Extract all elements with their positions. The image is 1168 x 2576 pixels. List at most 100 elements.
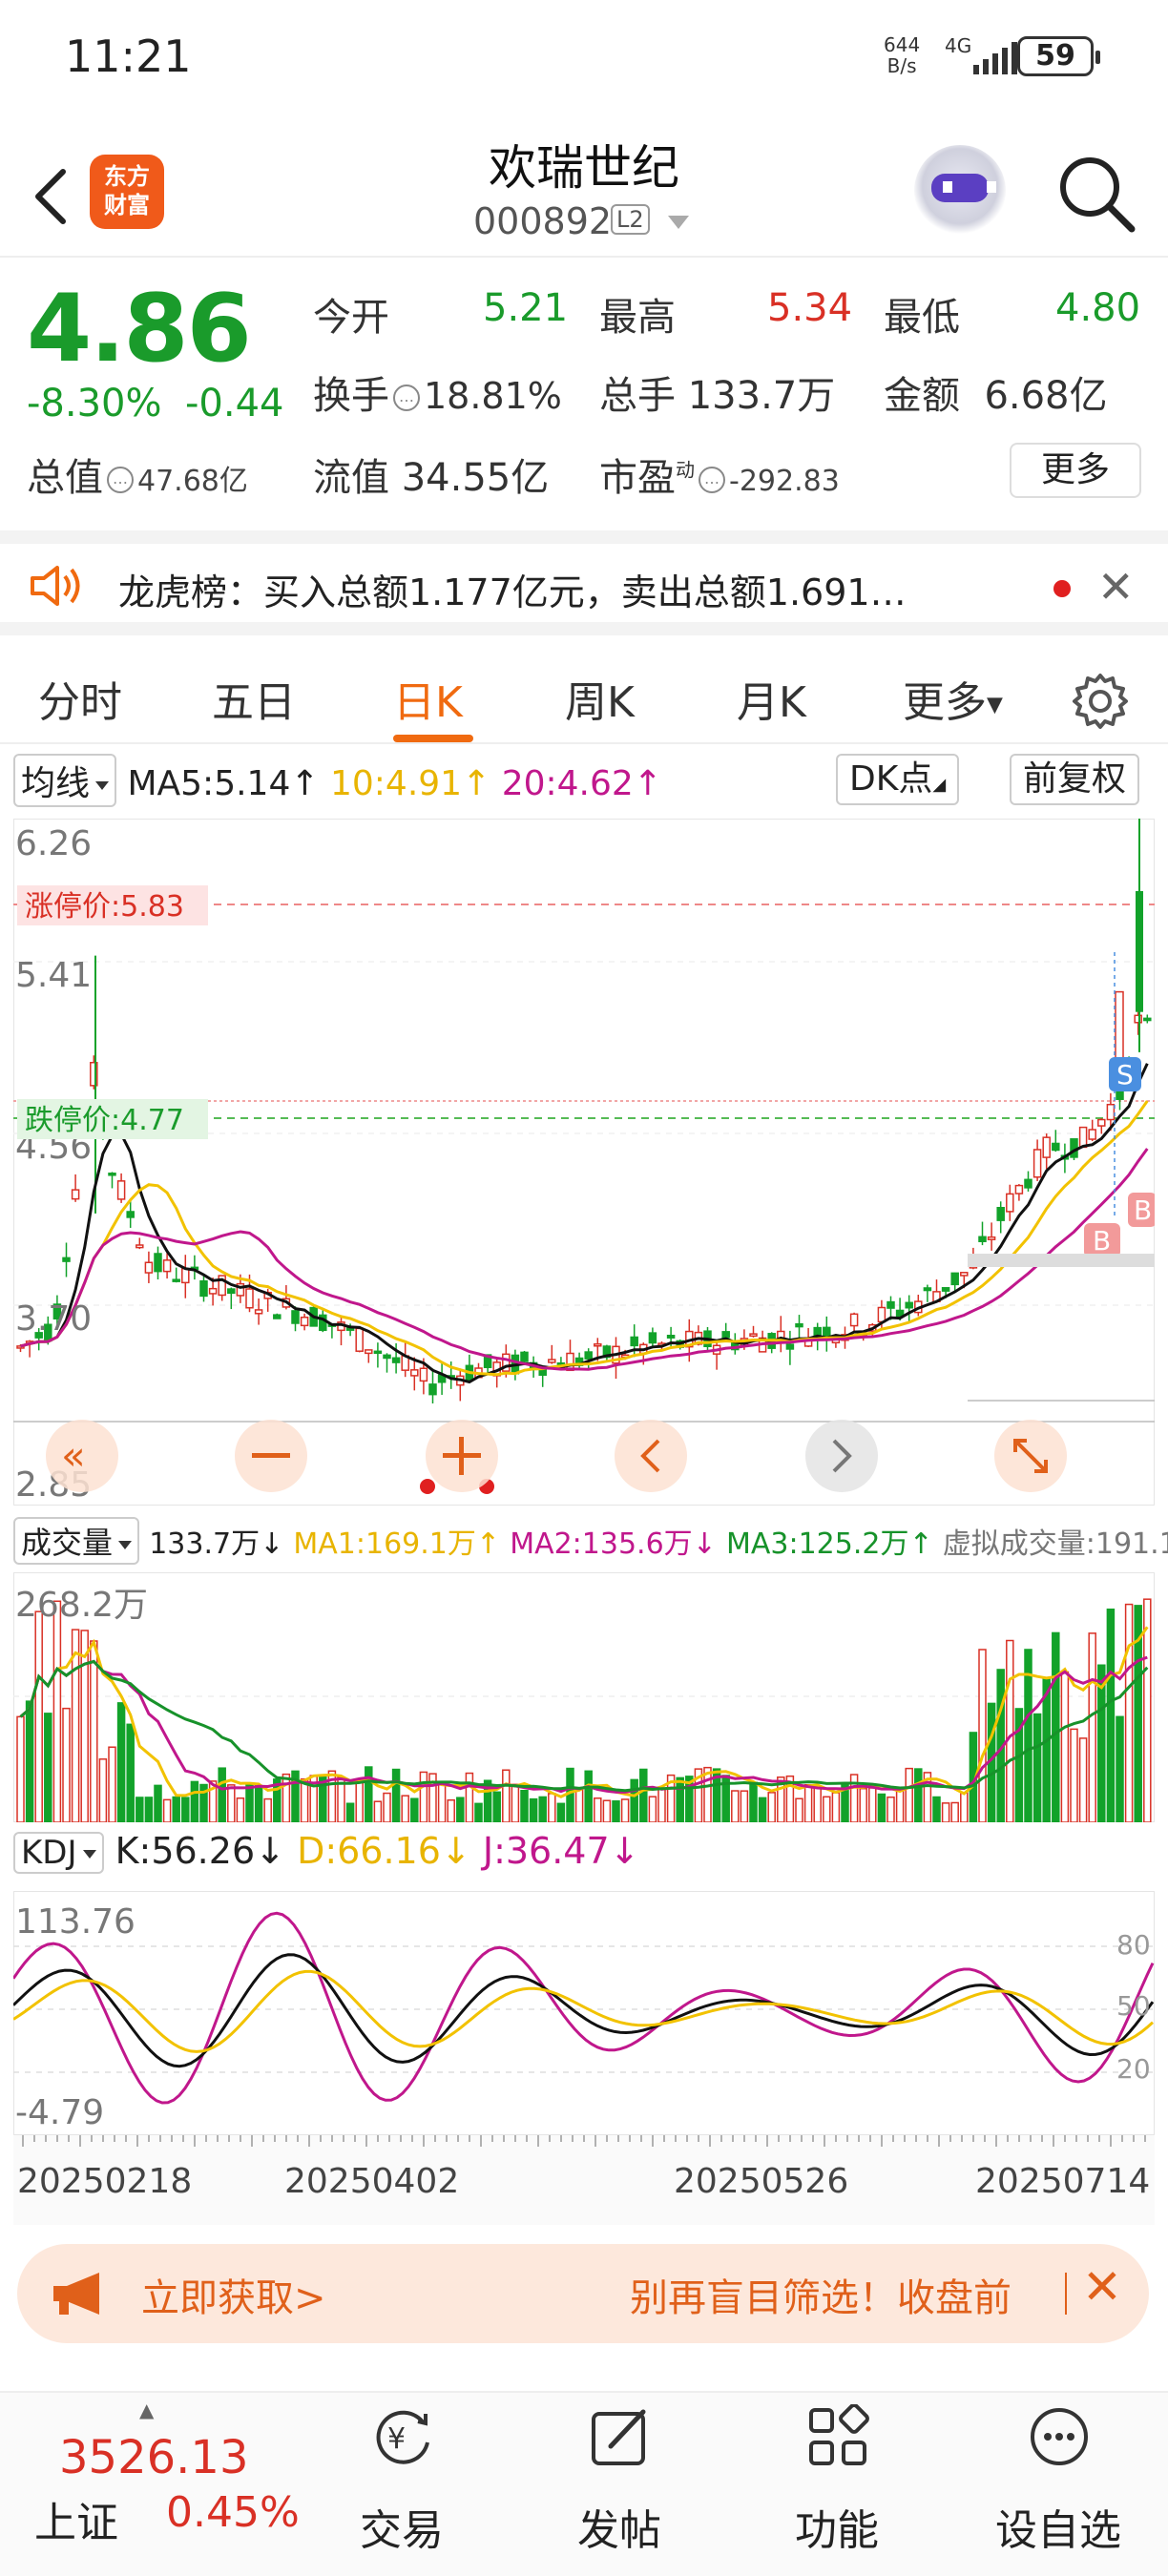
index-value[interactable]: 3526.13 [59,2431,249,2484]
kdj-j-text: J:36.47 [482,1830,610,1872]
volume-bar [914,1768,923,1822]
volume-value: 133.7万 [687,374,836,418]
chevron-down-icon [118,1540,133,1549]
adjust-button[interactable]: 前复权 [1010,754,1140,805]
vol-ma3-text: MA3:125.2万 [725,1527,909,1561]
volume-bar [877,1793,886,1822]
indicator-select[interactable]: 均线 [13,754,117,807]
candle-body [594,1343,602,1347]
candle-body [849,1313,859,1327]
candle-body [785,1343,795,1350]
volume-bar [447,1798,455,1822]
promo-banner[interactable]: 立即获取> 别再盲目筛选！收盘前 ✕ [17,2244,1149,2343]
volume-bar [1116,1715,1124,1822]
volume-bar [960,1792,969,1822]
volume-chart[interactable]: 268.2万 [13,1572,1155,1822]
candle-body [1032,1149,1042,1178]
kdj-y-bottom: -4.79 [15,2093,104,2132]
candle-body [1052,1142,1060,1152]
vol-ma2: MA2:135.6万↓ [510,1527,717,1561]
candlestick-chart[interactable]: 6.26 5.41 4.56 3.70 2.85 涨停价:5.83 跌停价:4.… [13,819,1155,1506]
kdj-chart[interactable]: 113.76 -4.79 80 50 20 [13,1891,1155,2135]
promo-right-text[interactable]: 别再盲目筛选！收盘前 [630,2267,1059,2322]
tab-five-day[interactable]: 五日 [212,668,296,729]
kdj-y-top: 113.76 [15,1902,136,1942]
limit-up-label: 涨停价:5.83 [25,890,184,924]
pe-sup: 动 [676,458,695,482]
volume-bar [136,1797,144,1822]
tab-daily-k[interactable]: 日K [393,668,463,729]
news-banner[interactable]: 龙虎榜：买入总额1.177亿元，卖出总额1.691… ✕ [0,530,1168,635]
candle-body [548,1359,556,1363]
volume-bar [25,1700,34,1822]
battery-icon: 59 [1017,36,1100,76]
pe-field: 市盈动… -292.83 [599,447,840,502]
close-icon[interactable]: ✕ [1097,561,1135,613]
svg-text:¥: ¥ [387,2422,406,2456]
tab-intraday[interactable]: 分时 [38,668,122,729]
volume-bar [941,1802,950,1822]
candle-body [648,1332,657,1344]
chevron-down-icon [82,1850,96,1859]
volume-bar [831,1792,841,1822]
search-icon[interactable] [1053,151,1139,237]
volume-bar [98,1758,108,1822]
volume-bar [108,1746,116,1822]
tab-weekly-k[interactable]: 周K [565,668,635,729]
news-text[interactable]: 龙虎榜：买入总额1.177亿元，卖出总额1.691… [118,563,996,615]
promo-left-link[interactable]: 立即获取> [141,2267,326,2322]
amount-label: 金额 [884,374,960,418]
candle-body [365,1349,373,1355]
volume-bar [52,1600,62,1822]
level2-badge[interactable]: L2 [611,204,650,235]
volume-bar [116,1702,126,1822]
candle-body [584,1351,593,1360]
candle-body [1143,1017,1152,1022]
nav-post-label: 发帖 [577,2506,661,2555]
close-icon[interactable]: ✕ [1082,2259,1122,2315]
more-button[interactable]: 更多 [1010,443,1141,498]
turnover-value: 18.81% [424,375,562,417]
buy-marker-label: B [1093,1225,1111,1257]
info-icon[interactable]: … [393,384,420,411]
candle-body [666,1335,676,1339]
tab-more[interactable]: 更多▼ [903,668,1003,729]
candle-body [905,1301,913,1309]
ai-robot-icon[interactable] [914,145,1006,237]
volume-bar [602,1799,612,1822]
volume-bar [401,1795,409,1822]
stock-header: 东方 财富 欢瑞世纪 000892 L2 [0,124,1168,258]
tab-monthly-k[interactable]: 月K [737,668,806,729]
dk-point-button[interactable]: DK点◢ [836,754,960,805]
info-icon[interactable]: … [699,467,725,493]
candle-body [71,1189,80,1200]
volume-bar [1088,1632,1096,1822]
candle-body [1078,1126,1088,1149]
gear-icon[interactable] [1071,672,1130,731]
volume-bar [456,1797,465,1822]
mktcap-label: 总值 [27,456,103,500]
ma20-label: 20:4.62↑ [501,764,662,803]
stock-code[interactable]: 000892 [473,200,612,242]
candle-body [877,1306,886,1323]
candle-body [108,1173,116,1176]
volume-bar [823,1796,831,1822]
volume-bar [236,1797,245,1822]
volume-bar [355,1778,364,1822]
volume-indicator-select[interactable]: 成交量 [13,1517,140,1565]
pan-right-button[interactable] [805,1420,878,1492]
chevron-down-icon [95,780,110,790]
info-icon[interactable]: … [107,467,134,493]
event-dot[interactable] [420,1479,435,1494]
volume-bar [227,1784,236,1822]
more-dots-icon [1031,2408,1088,2465]
candle-body [520,1351,529,1362]
date-axis: 20250218 20250402 20250526 20250714 [13,2135,1155,2225]
kdj-indicator-select[interactable]: KDJ [13,1832,104,1874]
dk-label: DK点 [849,759,933,799]
volume-bar [620,1798,630,1822]
index-percent[interactable]: 0.45% [166,2488,300,2537]
index-name[interactable]: 上证 [34,2488,118,2549]
pan-left-button[interactable] [615,1420,687,1492]
code-dropdown-icon[interactable] [668,216,689,229]
